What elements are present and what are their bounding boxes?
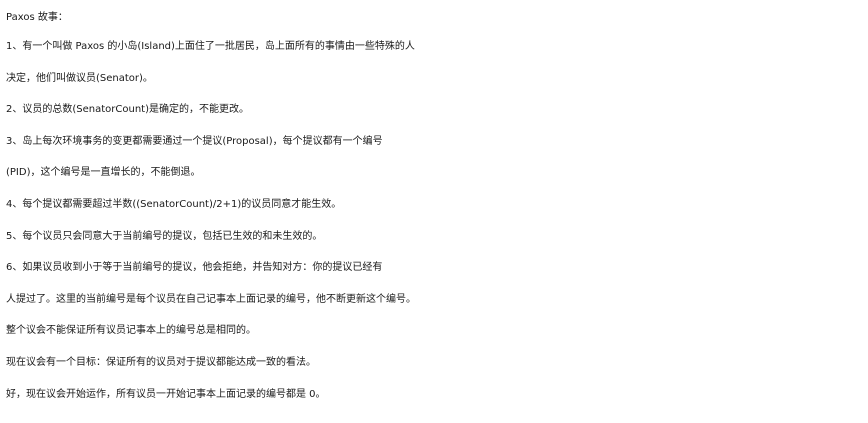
paragraph-line-6: 4、每个提议都需要超过半数((SenatorCount)/2+1)的议员同意才能… <box>6 198 342 210</box>
paragraph-line-2: 决定，他们叫做议员(Senator)。 <box>6 72 153 84</box>
paragraph-line-7: 5、每个议员只会同意大于当前编号的提议，包括已生效的和未生效的。 <box>6 230 323 242</box>
paragraph-line-4: 3、岛上每次环境事务的变更都需要通过一个提议(Proposal)，每个提议都有一… <box>6 135 383 147</box>
paragraph-line-1: 1、有一个叫做 Paxos 的小岛(Island)上面住了一批居民，岛上面所有的… <box>6 41 415 52</box>
paragraph-line-11: 现在议会有一个目标：保证所有的议员对于提议都能达成一致的看法。 <box>6 356 316 368</box>
paragraph-line-10: 整个议会不能保证所有议员记事本上的编号总是相同的。 <box>6 325 256 337</box>
document-body: Paxos 故事： 1、有一个叫做 Paxos 的小岛(Island)上面住了一… <box>6 4 866 410</box>
paragraph-line-3: 2、议员的总数(SenatorCount)是确定的，不能更改。 <box>6 104 249 116</box>
paragraph-line-9: 人提过了。这里的当前编号是每个议员在自己记事本上面记录的编号，他不断更新这个编号… <box>6 293 416 305</box>
document-title: Paxos 故事： <box>6 12 68 23</box>
paragraph-line-12: 好，现在议会开始运作，所有议员一开始记事本上面记录的编号都是 0。 <box>6 388 326 400</box>
paragraph-line-8: 6、如果议员收到小于等于当前编号的提议，他会拒绝，并告知对方：你的提议已经有 <box>6 262 383 274</box>
paragraph-line-5: (PID)，这个编号是一直增长的，不能倒退。 <box>6 167 201 179</box>
